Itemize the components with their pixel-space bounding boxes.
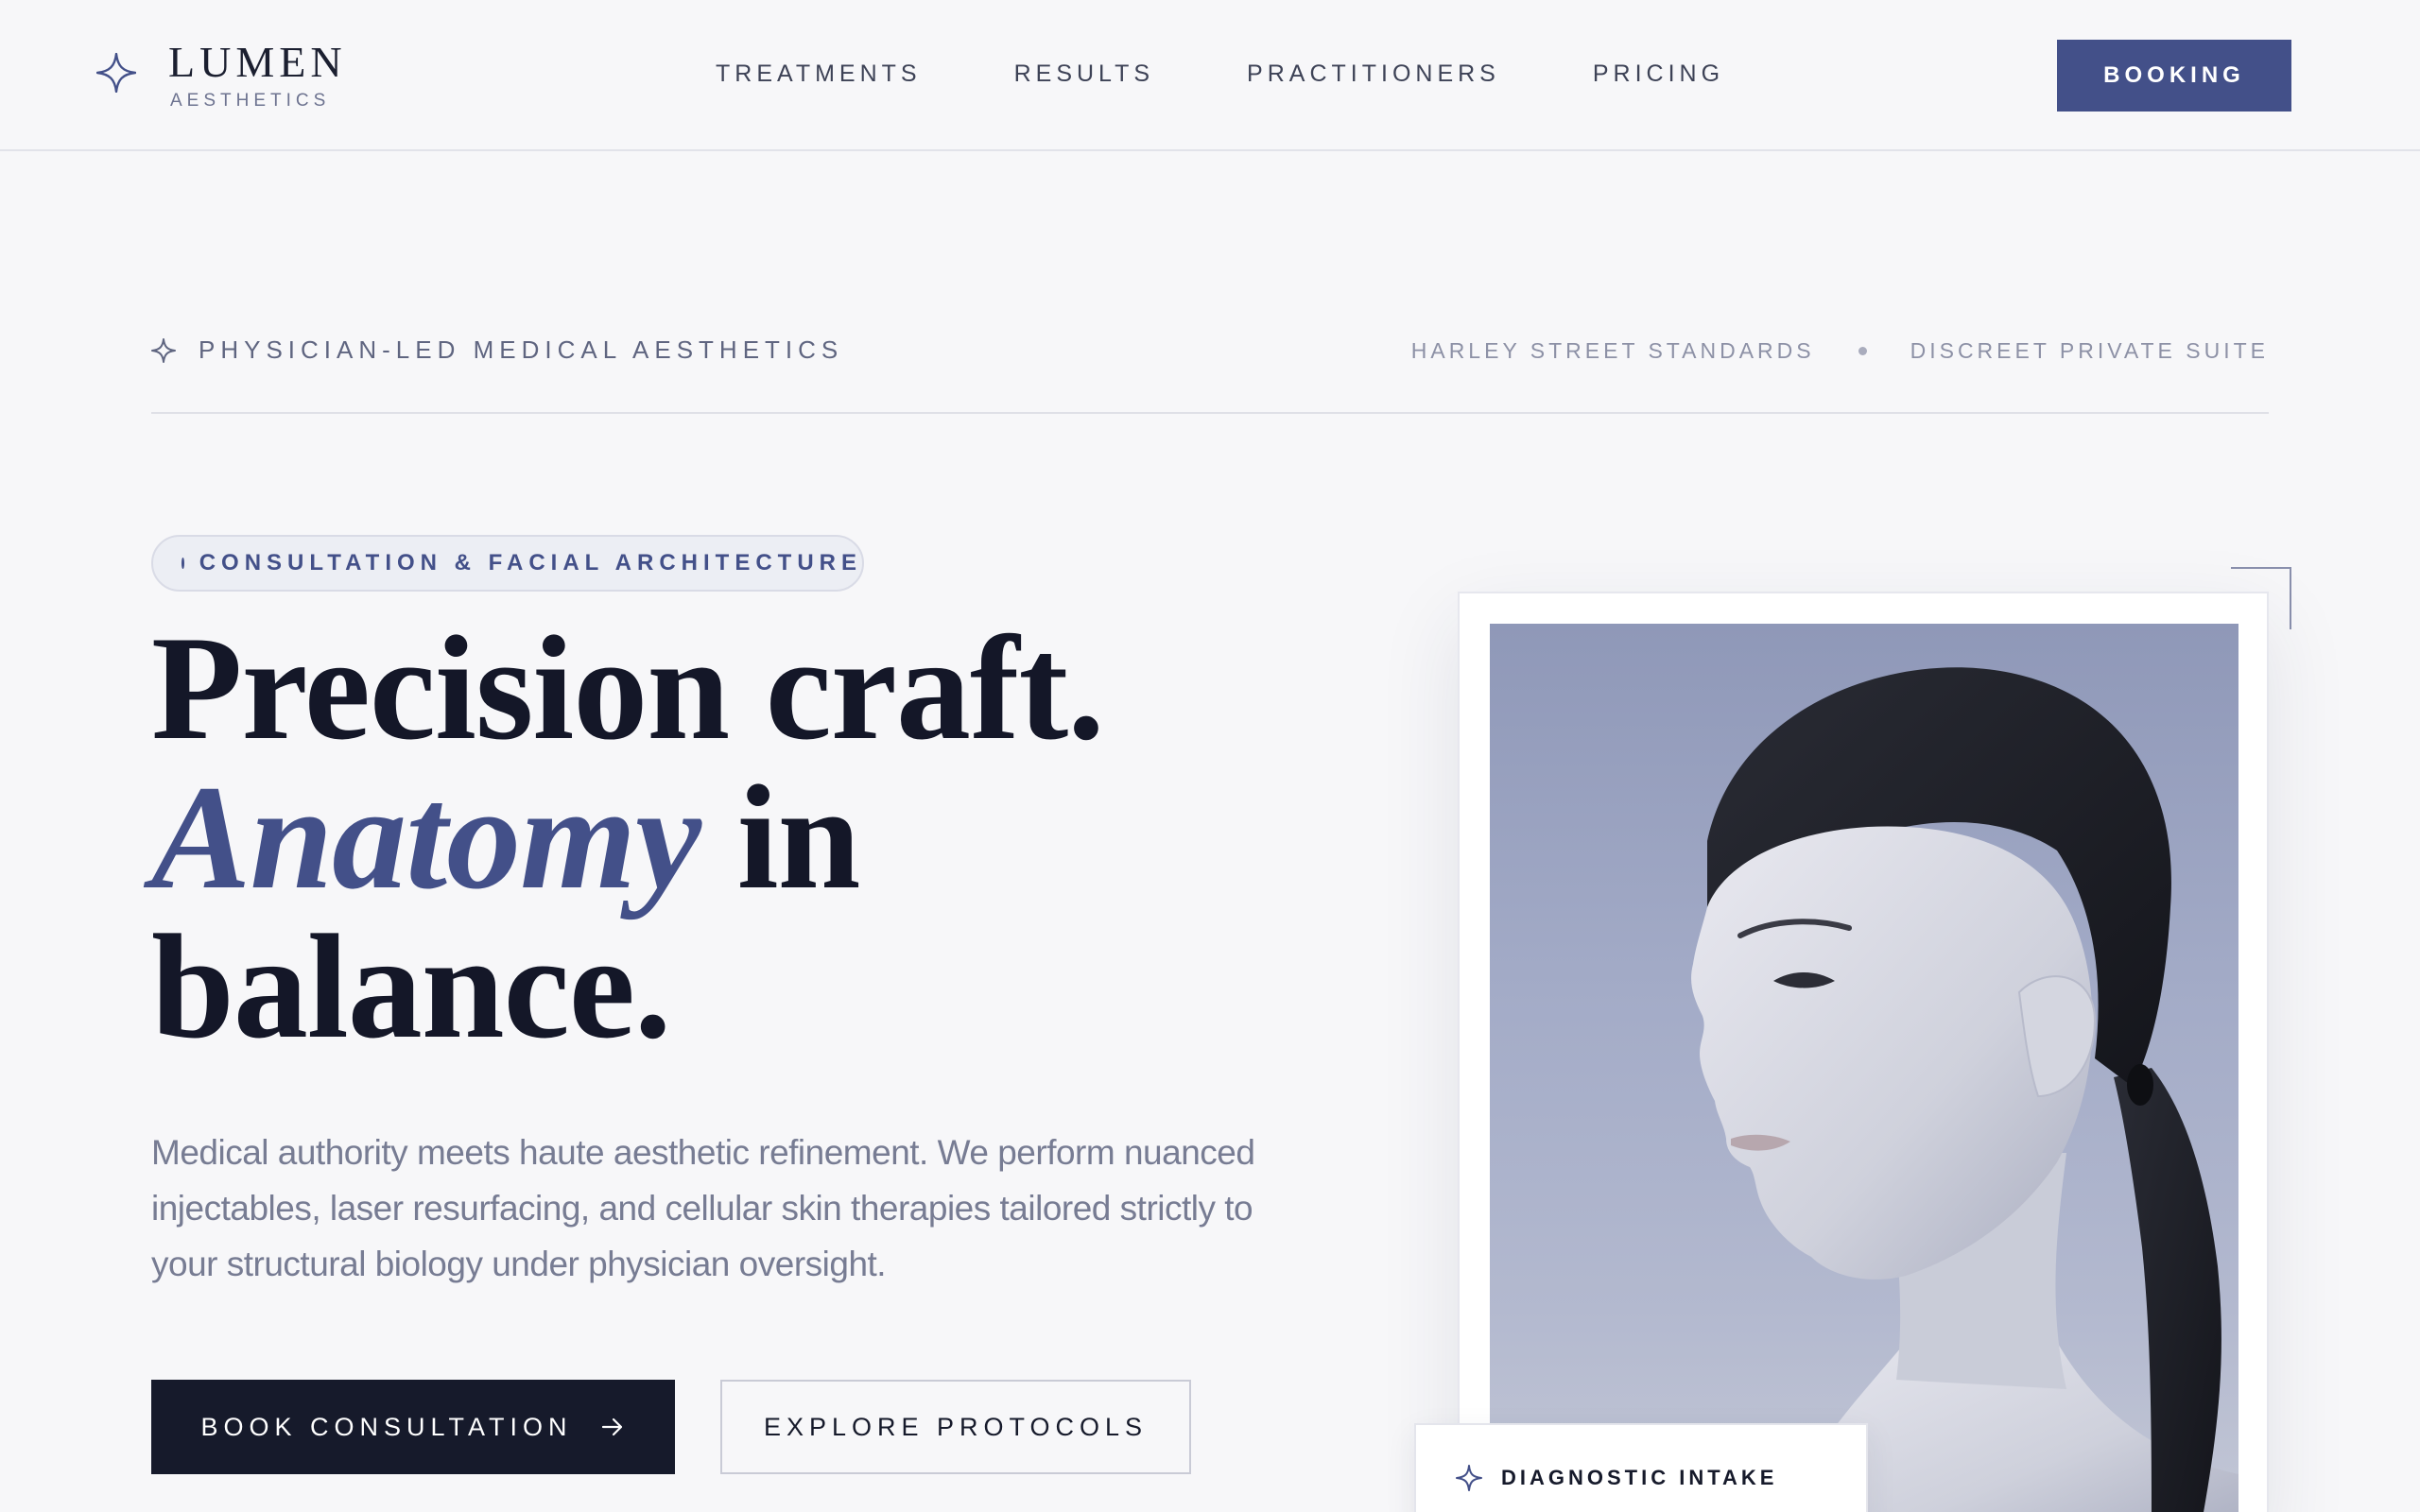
separator-dot xyxy=(1858,347,1867,355)
brand-logo[interactable]: LUMEN AESTHETICS xyxy=(96,40,347,112)
sparkle-icon xyxy=(1456,1465,1482,1491)
standard-harley-street: HARLEY STREET STANDARDS xyxy=(1410,338,1815,363)
hero-description: Medical authority meets haute aesthetic … xyxy=(151,1133,1255,1283)
main-nav: TREATMENTS RESULTS PRACTITIONERS PRICING xyxy=(716,60,1724,88)
headline-line-1: Precision craft. xyxy=(151,606,1105,771)
sparkle-icon xyxy=(96,53,136,93)
brand-name: LUMEN xyxy=(168,38,347,86)
pill-dot xyxy=(182,558,184,569)
portrait-illustration xyxy=(1691,667,2238,1512)
category-pill: CONSULTATION & FACIAL ARCHITECTURE xyxy=(151,535,864,592)
diagnostic-intake-card[interactable]: DIAGNOSTIC INTAKE xyxy=(1414,1423,1868,1512)
nav-results[interactable]: RESULTS xyxy=(1014,60,1154,88)
hero-headline: Precision craft. Anatomy in balance. xyxy=(151,606,1105,1070)
arrow-right-icon xyxy=(601,1418,622,1436)
portrait-image xyxy=(1490,624,2238,1512)
booking-button[interactable]: BOOKING xyxy=(2057,40,2291,112)
book-consultation-button[interactable]: BOOK CONSULTATION xyxy=(151,1380,675,1474)
brand-subtitle: AESTHETICS xyxy=(170,91,331,111)
standard-private-suite: DISCREET PRIVATE SUITE xyxy=(1910,338,2269,363)
practice-tagline: PHYSICIAN-LED MEDICAL AESTHETICS xyxy=(199,335,844,364)
nav-pricing[interactable]: PRICING xyxy=(1593,60,1724,88)
explore-protocols-button[interactable]: EXPLORE PROTOCOLS xyxy=(720,1380,1191,1474)
nav-practitioners[interactable]: PRACTITIONERS xyxy=(1247,60,1500,88)
portrait-card xyxy=(1458,592,2269,1512)
sparkle-icon xyxy=(151,337,176,363)
headline-line-2-rest: in xyxy=(700,755,861,920)
site-header: LUMEN AESTHETICS TREATMENTS RESULTS PRAC… xyxy=(0,0,2420,151)
headline-line-2: Anatomy in xyxy=(151,764,1104,913)
headline-accent: Anatomy xyxy=(151,755,701,920)
diagnostic-intake-label: DIAGNOSTIC INTAKE xyxy=(1501,1466,1778,1489)
nav-treatments[interactable]: TREATMENTS xyxy=(716,60,922,88)
pill-label: CONSULTATION & FACIAL ARCHITECTURE xyxy=(199,550,862,576)
book-consultation-label: BOOK CONSULTATION xyxy=(200,1412,573,1441)
meta-strip: PHYSICIAN-LED MEDICAL AESTHETICS HARLEY … xyxy=(151,321,2269,414)
headline-line-3: balance. xyxy=(151,904,671,1070)
